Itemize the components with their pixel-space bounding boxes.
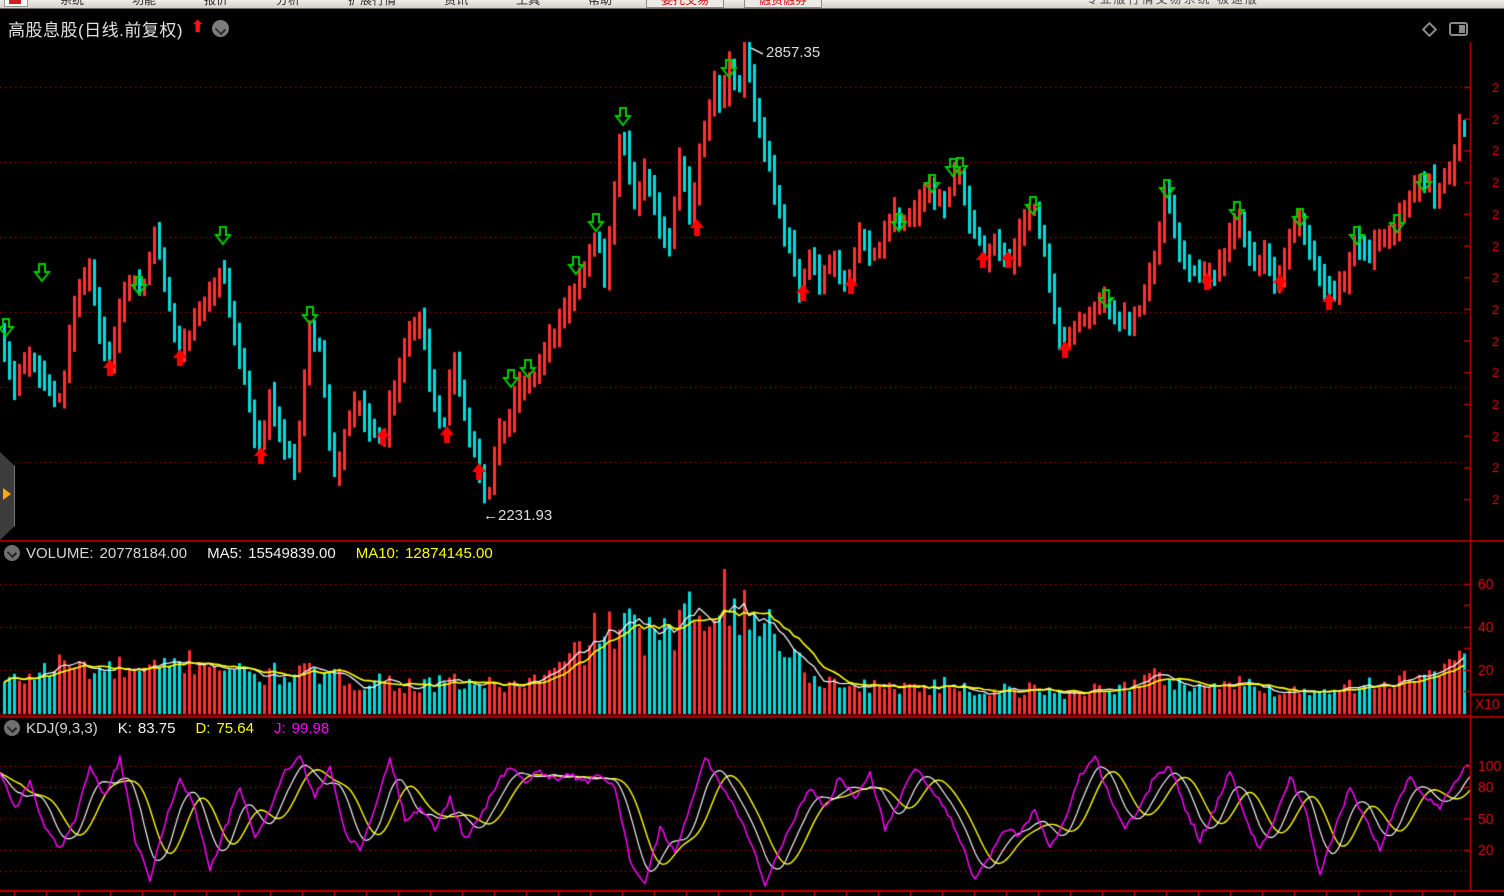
volume-label: VOLUME: (26, 545, 94, 562)
split-window-icon[interactable] (1449, 22, 1468, 36)
diamond-marker-icon[interactable] (1422, 21, 1438, 37)
expand-arrow-icon (3, 488, 11, 500)
menu-item[interactable]: 扩展行情 (324, 0, 420, 9)
trough-price-annotation: ←2231.93 (483, 507, 552, 524)
kdj-pane-header: KDJ(9,3,3) K: 83.75 D: 75.64 J: 99.98 (4, 719, 329, 737)
kdj-j-label: J: (274, 720, 286, 737)
menu-item[interactable]: 资讯 (420, 0, 492, 9)
menu-item[interactable]: 报价 (180, 0, 252, 9)
trading-terminal-window: { "menu": { "items": [ {"label":"系统"},{"… (0, 0, 1504, 896)
trade-button[interactable]: 委托交易 (646, 0, 724, 8)
title-collapse-icon[interactable] (212, 20, 229, 37)
menu-item[interactable]: 帮助 (564, 0, 636, 9)
volume-pane-header: VOLUME: 20778184.00 MA5: 15549839.00 MA1… (4, 544, 493, 562)
kdj-d-value: 75.64 (216, 720, 254, 737)
app-logo-icon[interactable] (4, 0, 28, 7)
trend-up-icon: ⬆ (191, 20, 204, 36)
volume-ma10-value: 12874145.00 (405, 545, 493, 562)
kdj-j-value: 99.98 (292, 720, 330, 737)
menu-item[interactable]: 工具 (492, 0, 564, 9)
volume-ma10-label: MA10: (356, 545, 399, 562)
kdj-label: KDJ(9,3,3) (26, 720, 98, 737)
margin-button[interactable]: 融资融券 (744, 0, 822, 8)
kdj-collapse-icon[interactable] (4, 720, 20, 736)
corner-icons (1424, 22, 1468, 36)
chart-title: 高股息股(日线.前复权) (8, 16, 183, 41)
volume-collapse-icon[interactable] (4, 545, 20, 561)
menu-item[interactable]: 分析 (252, 0, 324, 9)
chart-canvas[interactable] (0, 0, 1504, 896)
menu-item[interactable]: 系统 (36, 0, 108, 9)
menu-bar: 系统 功能 报价 分析 扩展行情 资讯 工具 帮助 委托交易 融资融券 专业版行… (0, 0, 1504, 9)
chart-title-row: 高股息股(日线.前复权) ⬆ (8, 17, 229, 39)
sidebar-expand-handle[interactable] (0, 452, 15, 540)
volume-ma5-label: MA5: (207, 545, 242, 562)
kdj-d-label: D: (195, 720, 210, 737)
menu-item[interactable]: 功能 (108, 0, 180, 9)
menu-right-text: 专业版行情交易系统 极速版 (1086, 0, 1259, 8)
menu-inner: 系统 功能 报价 分析 扩展行情 资讯 工具 帮助 委托交易 融资融券 (0, 0, 832, 9)
kdj-k-label: K: (118, 720, 132, 737)
kdj-k-value: 83.75 (138, 720, 176, 737)
peak-price-annotation: 2857.35 (766, 44, 820, 61)
volume-ma5-value: 15549839.00 (248, 545, 336, 562)
volume-value: 20778184.00 (100, 545, 188, 562)
